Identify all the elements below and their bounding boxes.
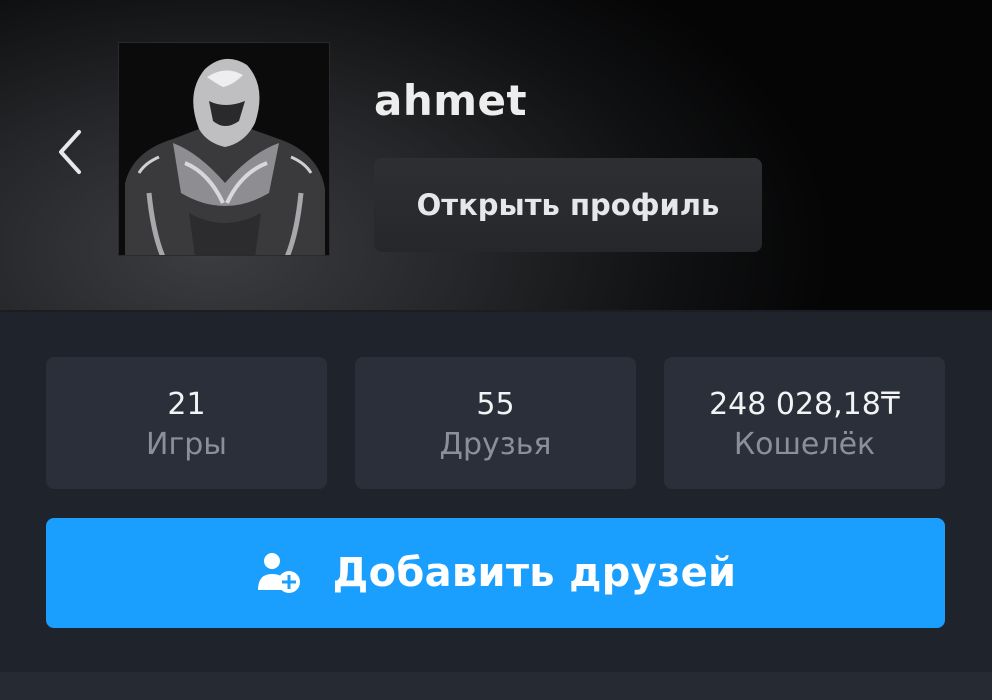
stat-games-value: 21: [167, 387, 206, 422]
chevron-left-icon: [59, 130, 81, 174]
avatar-image: [119, 43, 329, 255]
stat-wallet[interactable]: 248 028,18₸ Кошелёк: [664, 357, 945, 489]
stat-friends[interactable]: 55 Друзья: [355, 357, 636, 489]
stat-wallet-label: Кошелёк: [733, 427, 876, 462]
stat-wallet-value: 248 028,18₸: [709, 387, 900, 422]
profile-header: ahmet Открыть профиль: [0, 0, 992, 310]
bottom-strip: [0, 672, 992, 700]
avatar[interactable]: [118, 42, 330, 256]
stat-games[interactable]: 21 Игры: [46, 357, 327, 489]
stat-friends-value: 55: [476, 387, 515, 422]
open-profile-button[interactable]: Открыть профиль: [374, 158, 762, 252]
back-button[interactable]: [50, 124, 90, 180]
add-friends-label: Добавить друзей: [332, 550, 737, 596]
username: ahmet: [374, 76, 528, 125]
stat-friends-label: Друзья: [439, 427, 552, 462]
stat-games-label: Игры: [146, 427, 227, 462]
header-divider: [0, 310, 992, 312]
add-friends-button[interactable]: Добавить друзей: [46, 518, 945, 628]
add-user-icon: [255, 549, 303, 597]
